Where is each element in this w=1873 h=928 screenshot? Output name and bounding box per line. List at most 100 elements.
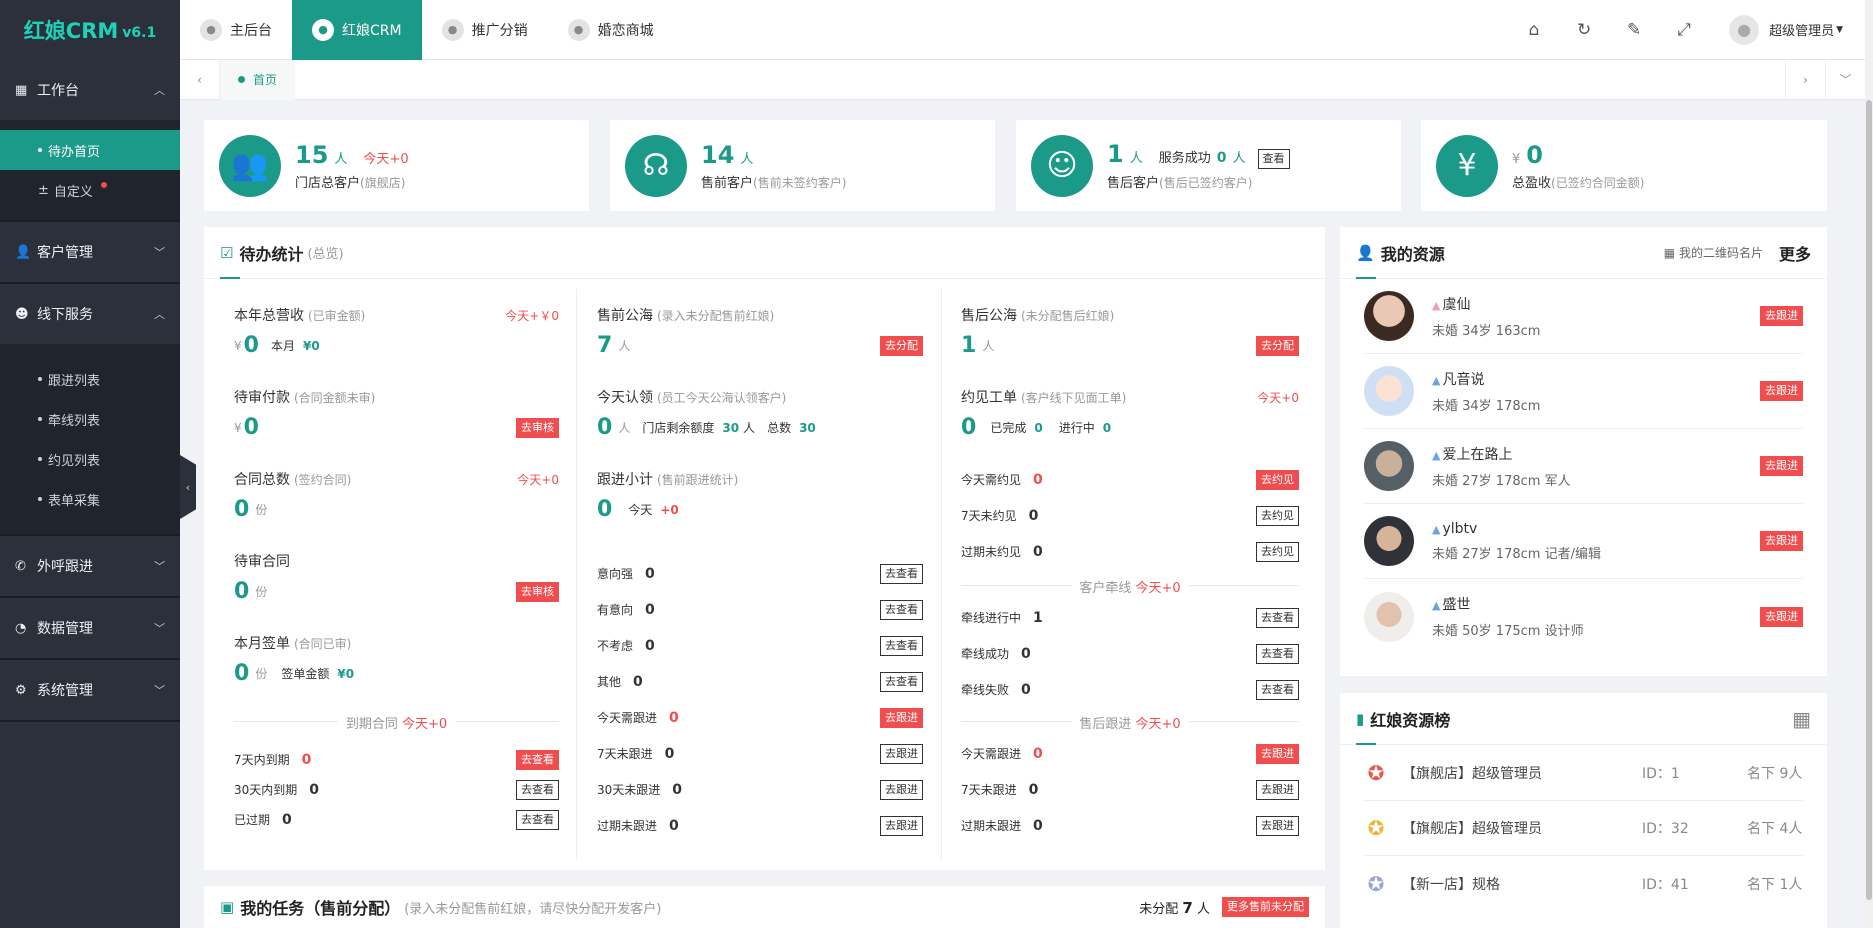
view-other-button[interactable]: 去查看 — [880, 672, 923, 692]
view-strong-intent-button[interactable]: 去查看 — [880, 564, 923, 584]
my-resources-panel: 👤我的资源 ▦ 我的二维码名片 更多 ▲虞仙未婚 34岁 163cm 去跟进 ▲… — [1340, 227, 1827, 676]
list-item[interactable]: ▲盛世未婚 50岁 175cm 设计师 去跟进 — [1364, 579, 1803, 654]
sidebar-item-follow-list[interactable]: 跟进列表 — [0, 359, 180, 399]
list-item: 7天未约见0去约见 — [961, 507, 1299, 524]
sidebar-item-todo-home[interactable]: 待办首页 — [0, 130, 180, 170]
after-follow-expired-button[interactable]: 去跟进 — [1256, 816, 1299, 836]
female-icon: ▲ — [1432, 299, 1440, 312]
list-item: 已过期0去查看 — [234, 811, 559, 828]
qrcode-icon[interactable]: ▦ — [1792, 707, 1811, 731]
more-unassigned-button[interactable]: 更多售前未分配 — [1222, 897, 1309, 917]
list-item: 30天内到期0去查看 — [234, 781, 559, 798]
my-tasks-panel: ▣我的任务（售前分配）(录入未分配售前红娘，请尽快分配开发客户) 未分配 7 人… — [204, 886, 1325, 928]
sidebar-section-offline[interactable]: ☻线下服务︿ — [0, 284, 180, 344]
sidebar-submenu-workbench: 待办首页 ±自定义 — [0, 120, 180, 220]
follow-resource-button[interactable]: 去跟进 — [1760, 381, 1803, 401]
version-label: v6.1 — [122, 25, 156, 41]
view-intent-button[interactable]: 去查看 — [880, 600, 923, 620]
list-item: 7天未跟进0去跟进 — [597, 745, 923, 762]
review-payment-button[interactable]: 去审核 — [516, 418, 559, 438]
after-follow-7d-button[interactable]: 去跟进 — [1256, 780, 1299, 800]
more-resources-link[interactable]: 更多 — [1779, 241, 1811, 265]
view-expired-button[interactable]: 去查看 — [516, 810, 559, 830]
service-icon: ☻ — [15, 307, 37, 322]
male-icon: ▲ — [1432, 599, 1440, 612]
sidebar-item-meet-list[interactable]: 约见列表 — [0, 439, 180, 479]
follow-resource-button[interactable]: 去跟进 — [1760, 456, 1803, 476]
sidebar-item-form-collect[interactable]: 表单采集 — [0, 479, 180, 519]
stat-card-revenue: ¥ ¥0 总盈收(已签约合同金额) — [1421, 120, 1827, 211]
tab-mall[interactable]: ●婚恋商城 — [548, 0, 674, 60]
sidebar: 红娘CRMv6.1 ▦工作台︿ 待办首页 ±自定义 👤客户管理﹀ ☻线下服务︿ … — [0, 0, 180, 928]
app-logo[interactable]: 红娘CRMv6.1 — [0, 0, 180, 60]
list-item[interactable]: ▲ylbtv未婚 27岁 178cm 记者/编辑 去跟进 — [1364, 504, 1803, 579]
follow-resource-button[interactable]: 去跟进 — [1760, 531, 1803, 551]
match-divider-label: 客户牵线 今天+0 — [1071, 577, 1188, 596]
follow-30d-button[interactable]: 去跟进 — [880, 780, 923, 800]
users-icon: 👥 — [219, 135, 281, 197]
assign-presale-button[interactable]: 去分配 — [880, 336, 923, 356]
refresh-icon[interactable]: ↻ — [1559, 20, 1609, 40]
view-expire-30d-button[interactable]: 去查看 — [516, 780, 559, 800]
match-success-button[interactable]: 去查看 — [1256, 644, 1299, 664]
qrcode-icon: ▦ — [1664, 246, 1675, 260]
top-navigation: ●主后台 ●红娘CRM ●推广分销 ●婚恋商城 ⌂ ↻ ✎ ⤢ ●超级管理员▼ — [180, 0, 1873, 60]
list-item[interactable]: ▲虞仙未婚 34岁 163cm 去跟进 — [1364, 279, 1803, 354]
scrollbar-thumb[interactable] — [1866, 100, 1872, 900]
gear-icon: ⚙ — [15, 683, 37, 698]
sidebar-item-custom[interactable]: ±自定义 — [0, 170, 180, 210]
list-item[interactable]: ▲凡音说未婚 34岁 178cm 去跟进 — [1364, 354, 1803, 429]
follow-expired-button[interactable]: 去跟进 — [880, 816, 923, 836]
meet-expired-button[interactable]: 去约见 — [1256, 542, 1299, 562]
page-tab-home[interactable]: 首页 — [220, 60, 295, 100]
user-menu[interactable]: ●超级管理员▼ — [1729, 15, 1843, 45]
meet-today-button[interactable]: 去约见 — [1256, 470, 1299, 490]
home-icon[interactable]: ⌂ — [1509, 20, 1559, 40]
list-item: 30天未跟进0去跟进 — [597, 781, 923, 798]
sidebar-section-system[interactable]: ⚙系统管理﹀ — [0, 660, 180, 720]
sidebar-section-calls[interactable]: ✆外呼跟进﹀ — [0, 536, 180, 596]
follow-resource-button[interactable]: 去跟进 — [1760, 607, 1803, 627]
after-follow-today-button[interactable]: 去跟进 — [1256, 744, 1299, 764]
list-item: 7天未跟进0去跟进 — [961, 781, 1299, 798]
sidebar-section-customers[interactable]: 👤客户管理﹀ — [0, 222, 180, 282]
review-contract-button[interactable]: 去审核 — [516, 582, 559, 602]
fullscreen-icon[interactable]: ⤢ — [1659, 20, 1709, 40]
page-scrollbar[interactable] — [1865, 0, 1873, 928]
sidebar-collapse-toggle[interactable]: ‹ — [180, 455, 196, 519]
tabs-scroll-right[interactable]: › — [1785, 60, 1825, 100]
qr-card-link[interactable]: ▦ 我的二维码名片 — [1664, 244, 1763, 261]
list-item: 牵线成功0去查看 — [961, 645, 1299, 662]
matchmaker-ranking-panel: ▮红娘资源榜 ▦ ✪ 【旗舰店】超级管理员 ID：1 名下 9人 ✪ 【旗舰店】… — [1340, 693, 1827, 928]
view-not-considered-button[interactable]: 去查看 — [880, 636, 923, 656]
meet-7d-button[interactable]: 去约见 — [1256, 506, 1299, 526]
stat-card-aftersale: ☺ 1人服务成功0人查看 售后客户(售后已签约客户) — [1016, 120, 1401, 211]
chevron-down-icon: ﹀ — [154, 558, 165, 574]
todo-column-aftersale: 售后公海(未分配售后红娘) 1人去分配 约见工单(客户线下见面工单)今天+0 0… — [961, 279, 1299, 870]
tab-main-backend[interactable]: ●主后台 — [180, 0, 292, 60]
match-ongoing-button[interactable]: 去查看 — [1256, 608, 1299, 628]
assign-aftersale-button[interactable]: 去分配 — [1256, 336, 1299, 356]
medal-silver-icon: ✪ — [1364, 816, 1388, 840]
medal-bronze-icon: ✪ — [1364, 872, 1388, 896]
clear-cache-icon[interactable]: ✎ — [1609, 20, 1659, 40]
tab-crm[interactable]: ●红娘CRM — [292, 0, 422, 60]
sidebar-section-workbench[interactable]: ▦工作台︿ — [0, 60, 180, 120]
tabs-scroll-left[interactable]: ‹ — [180, 60, 220, 100]
view-expire-7d-button[interactable]: 去查看 — [516, 750, 559, 770]
tab-promotion[interactable]: ●推广分销 — [422, 0, 548, 60]
tabs-menu-dropdown[interactable]: ﹀ — [1825, 60, 1865, 100]
sidebar-section-data[interactable]: ◔数据管理﹀ — [0, 598, 180, 658]
follow-7d-button[interactable]: 去跟进 — [880, 744, 923, 764]
chevron-down-icon: ﹀ — [154, 620, 165, 636]
ranking-header: ▮红娘资源榜 ▦ — [1340, 693, 1827, 745]
follow-resource-button[interactable]: 去跟进 — [1760, 306, 1803, 326]
view-aftersale-button[interactable]: 查看 — [1258, 149, 1290, 169]
sidebar-item-match-list[interactable]: 牵线列表 — [0, 399, 180, 439]
user-plus-icon: 👤 — [1356, 244, 1375, 262]
avatar: ● — [1729, 15, 1759, 45]
match-fail-button[interactable]: 去查看 — [1256, 680, 1299, 700]
follow-today-button[interactable]: 去跟进 — [880, 708, 923, 728]
list-item[interactable]: ▲爱上在路上未婚 27岁 178cm 军人 去跟进 — [1364, 429, 1803, 504]
data-icon: ◔ — [15, 621, 37, 636]
